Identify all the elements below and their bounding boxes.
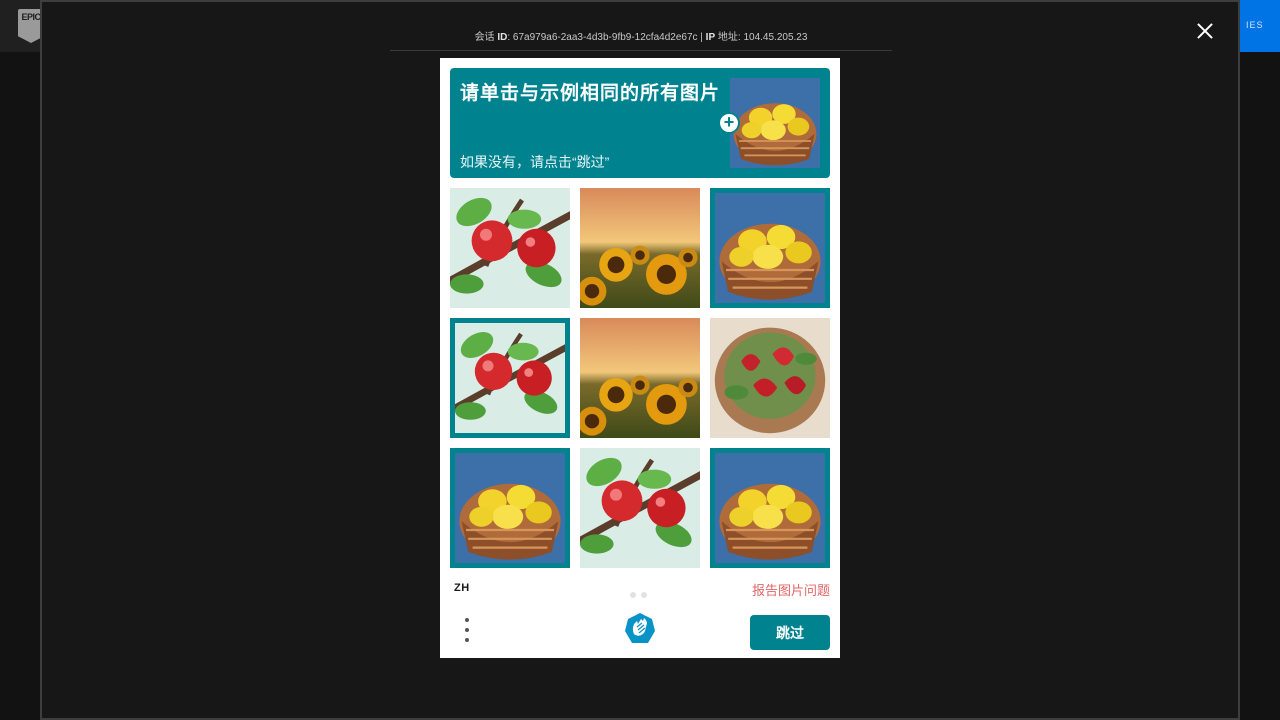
tile-image (450, 188, 570, 308)
image-grid (450, 188, 830, 568)
report-image-link[interactable]: 报告图片问题 (752, 580, 830, 599)
skip-button[interactable]: 跳过 (750, 615, 830, 650)
language-selector[interactable]: ZH (454, 582, 470, 594)
tile-image (580, 188, 700, 308)
divider (390, 50, 892, 51)
page-dot (630, 592, 636, 598)
ip-address: 104.45.205.23 (743, 32, 808, 43)
more-options-icon[interactable] (464, 618, 470, 644)
tile-image (715, 453, 825, 563)
image-tile-apples-on-branch[interactable] (580, 448, 700, 568)
captcha-widget: 请单击与示例相同的所有图片 如果没有，请点击“跳过” + ZH 报告图片问题 跳… (440, 58, 840, 658)
image-tile-sunflower-field-sunset[interactable] (580, 188, 700, 308)
challenge-prompt: 请单击与示例相同的所有图片 如果没有，请点击“跳过” + (450, 68, 830, 178)
session-id: 67a979a6-2aa3-4d3b-9fb9-12cfa4d2e67c (512, 32, 698, 43)
image-tile-apples-on-branch[interactable] (450, 318, 570, 438)
page-dot (641, 592, 647, 598)
hcaptcha-logo-icon[interactable] (624, 612, 656, 646)
challenge-title: 请单击与示例相同的所有图片 (460, 83, 721, 104)
image-tile-strawberries-in-bowl[interactable] (710, 318, 830, 438)
captcha-modal: 会话 ID: 67a979a6-2aa3-4d3b-9fb9-12cfa4d2e… (40, 0, 1240, 720)
tile-image (455, 323, 565, 433)
close-icon[interactable] (1194, 20, 1216, 42)
example-image[interactable] (730, 78, 820, 168)
image-tile-lemons-in-basket[interactable] (710, 448, 830, 568)
page-indicator (630, 585, 652, 603)
tile-image (580, 318, 700, 438)
tile-image (455, 453, 565, 563)
image-tile-lemons-in-basket[interactable] (710, 188, 830, 308)
tile-image (580, 448, 700, 568)
image-tile-lemons-in-basket[interactable] (450, 448, 570, 568)
plus-icon[interactable]: + (718, 112, 740, 134)
tile-image (715, 193, 825, 303)
tile-image (710, 318, 830, 438)
image-tile-sunflower-field-sunset[interactable] (580, 318, 700, 438)
challenge-subtitle: 如果没有，请点击“跳过” (460, 154, 610, 170)
session-info: 会话 ID: 67a979a6-2aa3-4d3b-9fb9-12cfa4d2e… (474, 32, 808, 43)
image-tile-apples-on-branch[interactable] (450, 188, 570, 308)
